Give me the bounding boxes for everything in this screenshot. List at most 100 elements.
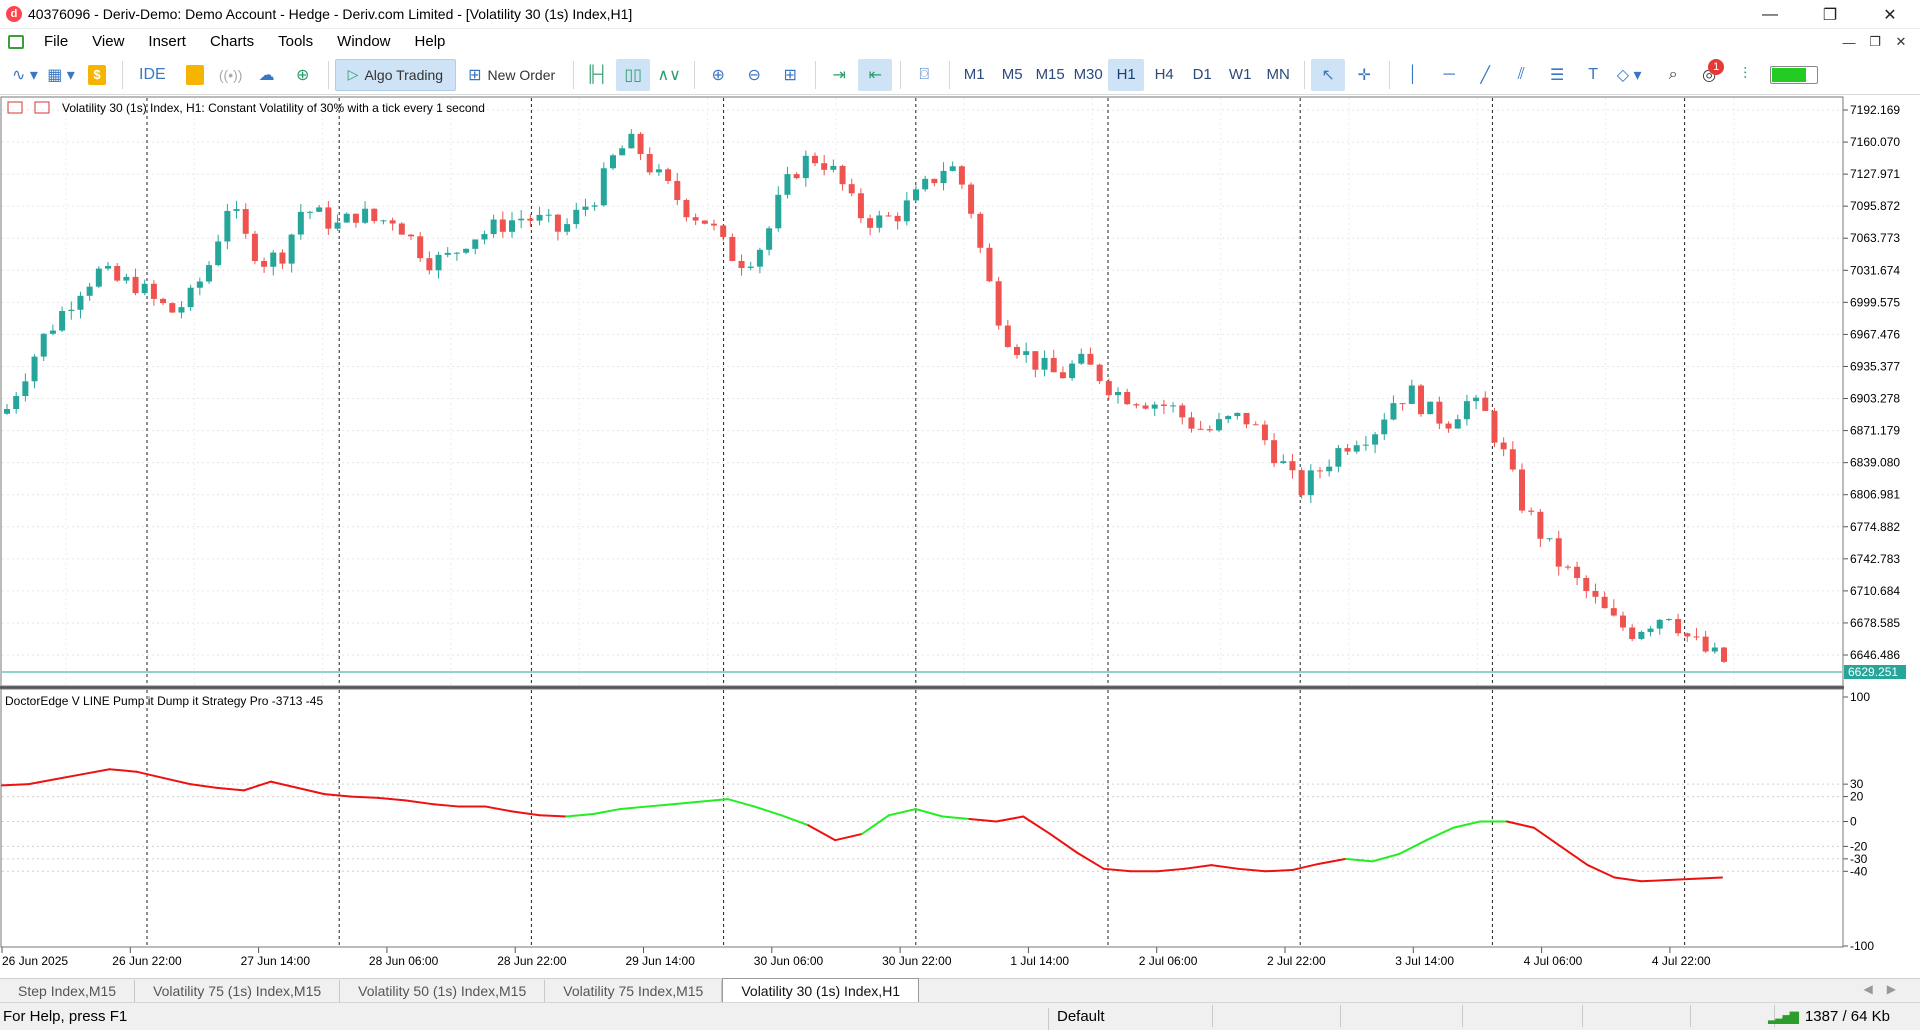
price-tick-label: 6871.179 xyxy=(1850,424,1900,438)
chart-shift-button[interactable]: ⇤ xyxy=(858,58,893,91)
timeframe-m30[interactable]: M30 xyxy=(1070,59,1106,91)
candle-body xyxy=(362,208,369,223)
scroll-right-icon[interactable]: ▶ xyxy=(1887,982,1910,996)
candle-body xyxy=(701,220,708,224)
tab-volatility-75-1s[interactable]: Volatility 75 (1s) Index,M15 xyxy=(135,980,341,1002)
cursor-tool[interactable]: ↖ xyxy=(1311,58,1346,91)
menu-help[interactable]: Help xyxy=(403,29,458,55)
chart-list-icon[interactable] xyxy=(7,101,23,114)
menu-file[interactable]: File xyxy=(32,29,80,55)
indicator-segment xyxy=(1264,869,1293,873)
chart-window-icon[interactable] xyxy=(8,35,24,49)
deposit-button[interactable]: $ xyxy=(80,59,114,91)
candle-body xyxy=(518,218,525,221)
candle-body xyxy=(665,169,672,181)
indicators-dropdown[interactable]: ▦ ▾ xyxy=(44,59,78,91)
candle-body xyxy=(435,254,442,271)
indicator-tick-label: 0 xyxy=(1850,815,1857,829)
chart-canvas[interactable]: 7192.169 7160.070 7127.971 7095.872 7063.773… xyxy=(0,96,1920,978)
chart-properties-icon[interactable] xyxy=(34,101,50,114)
tile-windows-button[interactable]: ⊞ xyxy=(773,59,807,91)
toolbar-separator xyxy=(1304,60,1306,89)
vertical-line-tool[interactable]: │ xyxy=(1396,59,1430,91)
shapes-dropdown[interactable]: ◇ ▾ xyxy=(1612,59,1646,91)
candle-body xyxy=(1482,397,1489,411)
indicator-tick-label: 20 xyxy=(1850,790,1864,804)
candle-body xyxy=(958,166,965,185)
candle-body xyxy=(408,234,414,237)
auto-scroll-button[interactable]: ⇥ xyxy=(822,59,856,91)
timeframe-h4[interactable]: H4 xyxy=(1146,59,1182,91)
cursor-icon: ↖ xyxy=(1321,66,1335,84)
signals-button[interactable]: ((•)) xyxy=(214,59,248,91)
candle-body xyxy=(793,174,800,179)
grid-icon: ⊞ xyxy=(783,66,797,84)
menu-insert[interactable]: Insert xyxy=(136,29,198,55)
minimize-button[interactable]: — xyxy=(1740,0,1800,29)
screenshot-button[interactable]: ⌼ xyxy=(907,59,941,91)
candle-body xyxy=(812,155,818,164)
menu-tools[interactable]: Tools xyxy=(266,29,325,55)
mdi-restore-button[interactable]: ❐ xyxy=(1862,34,1888,50)
timeframe-m5[interactable]: M5 xyxy=(994,59,1030,91)
candle-body xyxy=(692,217,699,221)
current-price-label: 6629.251 xyxy=(1848,665,1898,679)
candle-body xyxy=(1463,401,1470,420)
tab-volatility-50-1s[interactable]: Volatility 50 (1s) Index,M15 xyxy=(340,980,546,1002)
new-order-button[interactable]: ⊞ New Order xyxy=(458,59,565,91)
price-tick-label: 6646.486 xyxy=(1850,648,1900,662)
crosshair-tool[interactable]: ✛ xyxy=(1347,59,1381,91)
indicator-pane-frame xyxy=(0,688,1844,948)
trendline-tool[interactable]: ╱ xyxy=(1468,59,1502,91)
candle-body xyxy=(1675,619,1682,634)
chart-window[interactable]: 7192.169 7160.070 7127.971 7095.872 7063.773… xyxy=(0,96,1920,978)
equidistant-channel-tool[interactable]: ⫽ xyxy=(1504,59,1538,91)
zoom-in-button[interactable]: ⊕ xyxy=(701,59,735,91)
scroll-left-icon[interactable]: ◀ xyxy=(1864,982,1887,996)
candlestick-chart-button[interactable]: ▯▯ xyxy=(616,58,651,91)
mdi-minimize-button[interactable]: — xyxy=(1836,35,1862,50)
candle-body xyxy=(371,208,378,222)
ide-button[interactable]: IDE xyxy=(129,59,176,91)
candle-body xyxy=(1491,410,1498,443)
timeframe-mn[interactable]: MN xyxy=(1260,59,1296,91)
restore-button[interactable]: ❐ xyxy=(1800,0,1860,29)
tab-volatility-75[interactable]: Volatility 75 Index,M15 xyxy=(545,980,723,1002)
zoom-out-button[interactable]: ⊖ xyxy=(737,59,771,91)
close-button[interactable]: ✕ xyxy=(1860,0,1920,29)
line-chart-button[interactable]: ∧∨ xyxy=(652,59,686,91)
candle-body xyxy=(1170,405,1177,407)
horizontal-line-tool[interactable]: ─ xyxy=(1432,59,1466,91)
timeframe-d1[interactable]: D1 xyxy=(1184,59,1220,91)
indicator-segment xyxy=(135,770,165,779)
bar-chart-button[interactable]: ╟┤ xyxy=(580,59,614,91)
candle-body xyxy=(711,223,717,226)
algo-trading-button[interactable]: ▷ Algo Trading xyxy=(334,58,457,91)
candle-body xyxy=(922,178,929,190)
candle-body xyxy=(453,252,460,254)
menu-view[interactable]: View xyxy=(80,29,136,55)
community-button[interactable]: ⊕ xyxy=(286,59,320,91)
menu-charts[interactable]: Charts xyxy=(198,29,266,55)
candle-body xyxy=(77,295,84,310)
candle-body xyxy=(940,170,947,184)
menu-window[interactable]: Window xyxy=(325,29,402,55)
notifications-button[interactable]: ◎ 1 xyxy=(1692,58,1726,91)
timeframe-m15[interactable]: M15 xyxy=(1032,59,1068,91)
search-button[interactable]: ⌕ xyxy=(1656,59,1690,91)
chart-type-dropdown[interactable]: ∿ ▾ xyxy=(8,59,42,91)
tab-scroll-arrows[interactable]: ◀▶ xyxy=(1864,982,1910,996)
candle-body xyxy=(1418,385,1424,415)
timeframe-w1[interactable]: W1 xyxy=(1222,59,1258,91)
chart-symbol-label: Volatility 30 (1s) Index, H1: Constant V… xyxy=(62,101,485,115)
fibonacci-tool[interactable]: ☰ xyxy=(1540,59,1574,91)
timeframe-m1[interactable]: M1 xyxy=(956,59,992,91)
tab-step-index[interactable]: Step Index,M15 xyxy=(0,980,136,1002)
vps-button[interactable]: ☁ xyxy=(250,59,284,91)
text-tool[interactable]: T xyxy=(1576,59,1610,91)
mdi-close-button[interactable]: ✕ xyxy=(1888,34,1914,50)
timeframe-h1[interactable]: H1 xyxy=(1108,58,1145,91)
indicator-line xyxy=(1,768,1723,883)
market-button[interactable] xyxy=(178,59,212,91)
tab-volatility-30-1s[interactable]: Volatility 30 (1s) Index,H1 xyxy=(722,978,920,1002)
